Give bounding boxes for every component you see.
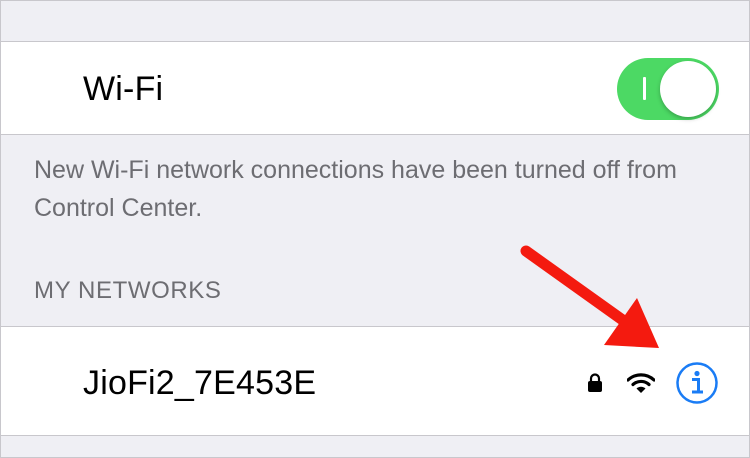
top-spacer (1, 1, 749, 41)
lock-icon (588, 373, 602, 392)
wifi-footer-note: New Wi-Fi network connections have been … (34, 156, 677, 222)
wifi-label: Wi-Fi (83, 70, 164, 108)
red-arrow-annotation (520, 245, 659, 348)
toggle-on-indicator (643, 77, 646, 100)
wifi-toggle-row: Wi-Fi (1, 41, 749, 135)
wifi-signal-icon (627, 373, 655, 393)
section-header-my-networks: MY NETWORKS (34, 277, 222, 304)
toggle-knob (660, 61, 716, 117)
network-icons (587, 361, 719, 405)
info-icon[interactable] (675, 361, 719, 405)
network-name: JioFi2_7E453E (83, 364, 317, 402)
wifi-toggle[interactable] (617, 58, 719, 120)
